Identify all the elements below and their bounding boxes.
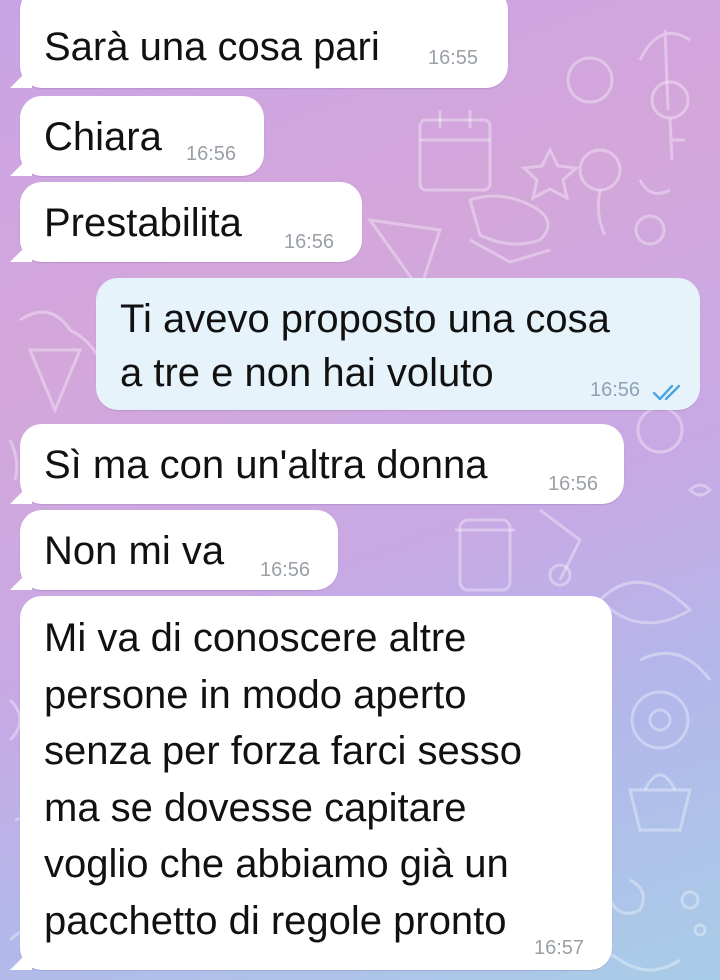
message-text: Prestabilita <box>44 201 242 245</box>
message-time: 16:56 <box>260 559 311 581</box>
message-time: 16:56 <box>590 379 641 401</box>
message-time: 16:56 <box>548 473 599 495</box>
incoming-message[interactable]: Sì ma con un'altra donna 16:56 <box>10 424 624 504</box>
message-text: Sarà una cosa pari <box>44 25 380 69</box>
incoming-message[interactable]: Prestabilita 16:56 <box>10 182 362 262</box>
incoming-message[interactable]: Mi va di conoscere altre persone in modo… <box>10 596 612 970</box>
incoming-message[interactable]: Non mi va 16:56 <box>10 510 338 590</box>
message-text: Chiara <box>44 115 162 159</box>
outgoing-message[interactable]: Ti avevo proposto una cosa a tre e non h… <box>96 278 700 410</box>
message-text: Sì ma con un'altra donna <box>44 443 488 487</box>
message-time: 16:57 <box>534 937 585 959</box>
message-time: 16:55 <box>428 47 479 69</box>
message-text: Mi va di conoscere altre persone in modo… <box>44 616 522 943</box>
message-text: Ti avevo proposto una cosa a tre e non h… <box>120 297 610 395</box>
incoming-message[interactable]: Sarà una cosa pari 16:55 <box>10 0 508 88</box>
incoming-message[interactable]: Chiara 16:56 <box>10 96 264 176</box>
message-time: 16:56 <box>284 231 335 253</box>
message-text: Non mi va <box>44 529 225 573</box>
message-time: 16:56 <box>186 143 237 165</box>
double-check-icon <box>652 384 681 401</box>
